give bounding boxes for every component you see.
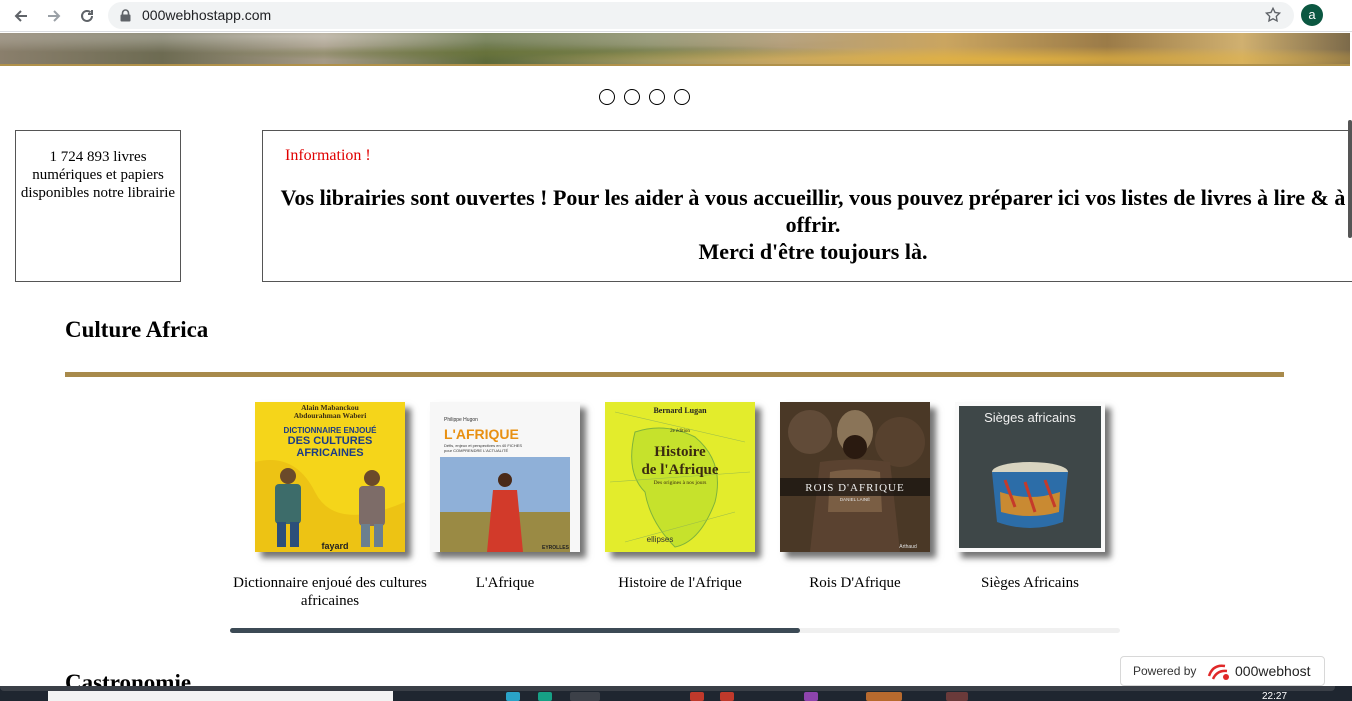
information-message: Vos librairies sont ouvertes ! Pour les … <box>263 184 1352 265</box>
book-title[interactable]: Histoire de l'Afrique <box>580 574 780 592</box>
book-title[interactable]: Dictionnaire enjoué des cultures africai… <box>230 574 430 610</box>
svg-text:2e édition: 2e édition <box>670 429 690 434</box>
book-cover-art: Bernard Lugan 2e édition Histoire de l'A… <box>605 402 755 552</box>
reload-button[interactable] <box>75 4 99 28</box>
book-cover-art: Alain Mabanckou Abdourahman Waberi DICTI… <box>255 402 405 552</box>
arrow-right-icon <box>48 10 61 22</box>
taskbar-app-icon[interactable] <box>506 692 520 701</box>
taskbar-app-icon[interactable] <box>946 692 968 701</box>
svg-text:ROIS D'AFRIQUE: ROIS D'AFRIQUE <box>805 482 904 494</box>
forward-button[interactable] <box>42 4 66 28</box>
taskbar-app-icon[interactable] <box>720 692 734 701</box>
svg-text:Bernard Lugan: Bernard Lugan <box>653 406 707 415</box>
svg-text:fayard: fayard <box>321 541 348 551</box>
profile-avatar[interactable]: a <box>1301 4 1323 26</box>
svg-text:DANIEL LAINÉ: DANIEL LAINÉ <box>840 496 870 502</box>
section-divider <box>65 372 1284 377</box>
book-cover-image[interactable]: Alain Mabanckou Abdourahman Waberi DICTI… <box>255 402 405 552</box>
book-title[interactable]: Rois D'Afrique <box>755 574 955 592</box>
svg-text:DICTIONNAIRE ENJOUÉ: DICTIONNAIRE ENJOUÉ <box>284 426 378 435</box>
svg-text:L'AFRIQUE: L'AFRIQUE <box>444 426 519 442</box>
lock-icon <box>120 9 131 22</box>
hero-banner-image <box>0 33 1350 66</box>
taskbar-search-box[interactable] <box>48 691 393 701</box>
taskbar-app-icon[interactable] <box>570 692 600 701</box>
book-carousel: Alain Mabanckou Abdourahman Waberi DICTI… <box>230 402 1120 617</box>
svg-text:pour COMPRENDRE L'ACTUALITÉ: pour COMPRENDRE L'ACTUALITÉ <box>444 448 508 453</box>
book-cover-image[interactable]: Bernard Lugan 2e édition Histoire de l'A… <box>605 402 755 552</box>
url-text: 000webhostapp.com <box>142 7 272 23</box>
book-cover-art: ROIS D'AFRIQUE DANIEL LAINÉ Arthaud <box>780 402 930 552</box>
reload-icon <box>81 9 93 22</box>
carousel-indicators <box>599 89 690 105</box>
book-title[interactable]: Sièges Africains <box>930 574 1130 592</box>
information-label: Information ! <box>285 147 371 164</box>
hero-divider <box>0 64 1350 66</box>
svg-text:EYROLLES: EYROLLES <box>542 545 570 551</box>
book-cover-art: Sièges africains <box>955 402 1105 552</box>
carousel-dot-1[interactable] <box>599 89 615 105</box>
information-line-2: Merci d'être toujours là. <box>698 239 928 264</box>
carousel-dot-4[interactable] <box>674 89 690 105</box>
svg-text:Des origines à nos jours: Des origines à nos jours <box>654 480 707 486</box>
book-cover-image[interactable]: Philippe Hugon L'AFRIQUE Défis, enjeux e… <box>430 402 580 552</box>
taskbar-app-icon[interactable] <box>538 692 552 701</box>
powered-by-label: Powered by <box>1133 664 1197 678</box>
carousel-dot-2[interactable] <box>624 89 640 105</box>
000webhost-logo-icon <box>1207 664 1229 680</box>
svg-text:Sièges africains: Sièges africains <box>984 410 1076 425</box>
book-title[interactable]: L'Afrique <box>405 574 605 592</box>
taskbar-app-icon[interactable] <box>690 692 704 701</box>
book-cover-art: Philippe Hugon L'AFRIQUE Défis, enjeux e… <box>430 402 580 552</box>
svg-text:Abdourahman Waberi: Abdourahman Waberi <box>294 411 367 420</box>
taskbar-app-icon[interactable] <box>804 692 818 701</box>
page-scrollbar[interactable] <box>1348 120 1352 238</box>
svg-text:Arthaud: Arthaud <box>899 544 917 550</box>
book-carousel-scrollbar[interactable] <box>230 628 1120 633</box>
book-cover-image[interactable]: ROIS D'AFRIQUE DANIEL LAINÉ Arthaud <box>780 402 930 552</box>
powered-by-badge[interactable]: Powered by 000webhost <box>1120 656 1325 686</box>
svg-text:Philippe Hugon: Philippe Hugon <box>444 417 478 423</box>
carousel-dot-3[interactable] <box>649 89 665 105</box>
svg-text:Histoire: Histoire <box>654 444 706 460</box>
svg-text:AFRICAINES: AFRICAINES <box>296 447 363 459</box>
information-box: Information ! Vos librairies sont ouvert… <box>262 130 1352 282</box>
book-count-text: 1 724 893 livres numériques et papiers d… <box>20 149 176 201</box>
browser-toolbar: 000webhostapp.com a <box>0 0 1352 32</box>
book-cover-image[interactable]: Sièges africains <box>955 402 1105 552</box>
arrow-left-icon <box>14 10 27 22</box>
address-bar[interactable]: 000webhostapp.com <box>108 2 1294 29</box>
book-carousel-scroll-thumb[interactable] <box>230 628 800 633</box>
information-line-1: Vos librairies sont ouvertes ! Pour les … <box>280 185 1346 237</box>
back-button[interactable] <box>9 4 33 28</box>
svg-text:de l'Afrique: de l'Afrique <box>641 462 718 478</box>
svg-text:ellipses: ellipses <box>647 535 674 544</box>
powered-by-brand: 000webhost <box>1235 663 1311 679</box>
svg-text:DES CULTURES: DES CULTURES <box>288 435 373 447</box>
taskbar-app-icon[interactable] <box>866 692 902 701</box>
bookmark-star-icon[interactable] <box>1264 6 1282 24</box>
taskbar-clock: 22:27 <box>1262 691 1288 701</box>
section-title: Culture Africa <box>65 317 209 342</box>
book-count-box: 1 724 893 livres numériques et papiers d… <box>15 130 181 282</box>
